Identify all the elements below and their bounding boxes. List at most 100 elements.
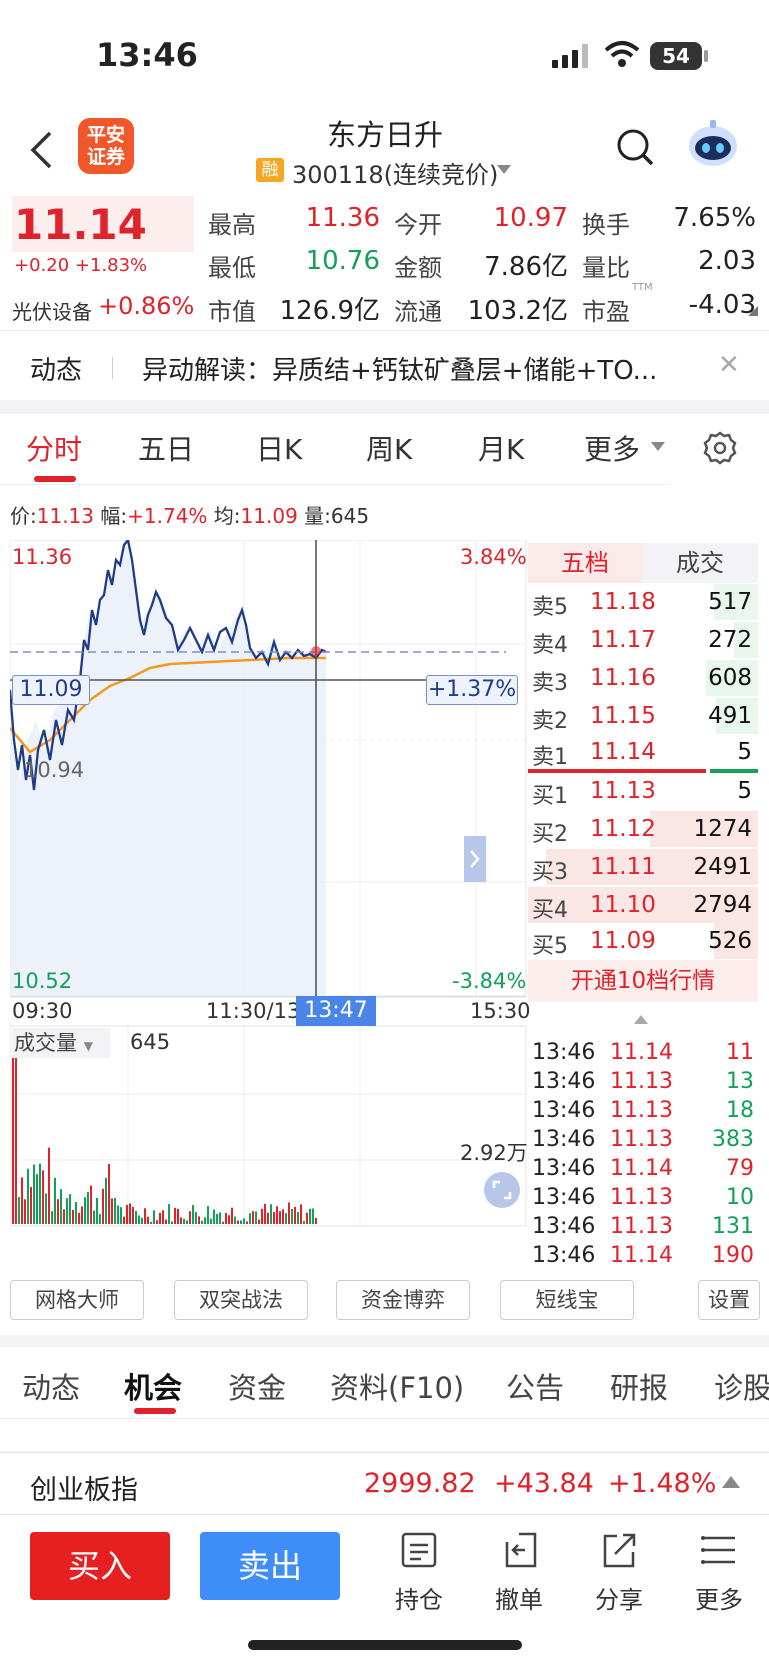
tab-intraday[interactable]: 分时 — [26, 428, 82, 468]
ask-row-2[interactable]: 卖2 11.15 491 — [528, 697, 758, 735]
news-text[interactable]: 异动解读：异质结+钙钛矿叠层+储能+TO... — [142, 350, 682, 387]
divider — [0, 1514, 769, 1515]
bid-row-1[interactable]: 买1 11.13 5 — [528, 772, 758, 810]
range-label: 幅: — [100, 504, 128, 528]
chevron-down-icon[interactable] — [497, 165, 511, 174]
high-value: 11.36 — [305, 203, 380, 233]
bid-row-3[interactable]: 买3 11.11 2491 — [528, 848, 758, 886]
ask-row-4[interactable]: 卖4 11.17 272 — [528, 621, 758, 659]
close-icon[interactable]: ✕ — [718, 350, 740, 380]
volume-selector[interactable]: 成交量 ▼ — [12, 1028, 110, 1058]
volume-ratio-value: 2.03 — [698, 246, 756, 276]
chevron-up-icon[interactable] — [722, 1476, 740, 1488]
tick-row: 13:46 11.13 383 — [532, 1127, 754, 1152]
chevron-up-icon[interactable] — [634, 1015, 648, 1024]
tab-weekly-k[interactable]: 周K — [366, 428, 412, 468]
short-term-button[interactable]: 短线宝 — [500, 1280, 634, 1320]
more-button[interactable]: 更多 — [684, 1530, 754, 1615]
cancel-order-button[interactable]: 撤单 — [484, 1530, 554, 1615]
volume-bar — [30, 1186, 32, 1224]
volume-bar — [291, 1208, 293, 1224]
tab-diagnosis[interactable]: 诊股 — [714, 1365, 769, 1407]
tab-monthly-k[interactable]: 月K — [478, 428, 524, 468]
share-icon — [603, 1533, 636, 1568]
tab-opportunity[interactable]: 机会 — [124, 1365, 182, 1407]
time-end-label: 15:30 — [470, 999, 531, 1023]
open-ten-levels-button[interactable]: 开通10档行情 — [528, 960, 758, 1002]
volume-bar — [219, 1212, 221, 1224]
float-cap-value: 103.2亿 — [467, 296, 568, 326]
bid-row-5[interactable]: 买5 11.09 526 — [528, 922, 758, 960]
news-tag[interactable]: 动态 — [30, 350, 82, 387]
tick-row: 13:46 11.13 18 — [532, 1098, 754, 1123]
amount-value: 7.86亿 — [484, 252, 568, 282]
volume-bar — [294, 1206, 296, 1224]
index-value: 2999.82 — [364, 1468, 476, 1499]
avg-label: 均: — [213, 504, 241, 528]
sector-label[interactable]: 光伏设备 — [12, 296, 92, 325]
intraday-chart[interactable] — [10, 540, 528, 1270]
market-cap-value: 126.9亿 — [279, 296, 380, 326]
double-breakout-button[interactable]: 双突战法 — [174, 1280, 308, 1320]
settings-button[interactable]: 设置 — [698, 1280, 760, 1320]
volume-bar — [255, 1211, 257, 1224]
bid-row-4[interactable]: 买4 11.10 2794 — [528, 886, 758, 924]
volume-bar — [39, 1163, 41, 1224]
tab-five-levels[interactable]: 五档 — [528, 543, 642, 583]
volume-bar — [36, 1174, 38, 1224]
tab-announcements[interactable]: 公告 — [506, 1365, 564, 1407]
volume-bar — [309, 1208, 311, 1224]
buy-button[interactable]: 买入 — [30, 1532, 170, 1600]
chevron-down-icon[interactable] — [651, 442, 665, 451]
volume-bar — [63, 1209, 65, 1224]
sector-change[interactable]: +0.86% — [98, 292, 194, 320]
volume-bar — [42, 1170, 44, 1224]
expand-corner-icon[interactable] — [748, 306, 758, 316]
tick-row: 13:46 11.13 131 — [532, 1214, 754, 1239]
volume-bar — [165, 1219, 167, 1224]
gear-icon[interactable] — [702, 430, 738, 466]
tab-more[interactable]: 更多 — [584, 428, 640, 468]
tab-five-day[interactable]: 五日 — [138, 428, 194, 468]
y-bottom-label: 10.52 — [12, 969, 73, 993]
tab-research[interactable]: 研报 — [610, 1365, 668, 1407]
tab-capital[interactable]: 资金 — [228, 1365, 286, 1407]
share-button[interactable]: 分享 — [584, 1530, 654, 1615]
volume-bar — [81, 1206, 83, 1224]
volume-bar — [174, 1207, 176, 1224]
low-label: 最低 — [208, 254, 256, 282]
divider — [0, 1418, 769, 1419]
sell-button[interactable]: 卖出 — [200, 1532, 340, 1600]
volume-bar — [21, 1177, 23, 1224]
tick-row: 13:46 11.13 10 — [532, 1185, 754, 1210]
volume-bar — [123, 1216, 125, 1224]
ask-row-1[interactable]: 卖1 11.14 5 — [528, 733, 758, 771]
grid-master-button[interactable]: 网格大师 — [10, 1280, 144, 1320]
ask-row-3[interactable]: 卖3 11.16 608 — [528, 659, 758, 697]
capital-game-button[interactable]: 资金博弈 — [336, 1280, 470, 1320]
volume-bar — [207, 1206, 209, 1224]
tick-row: 13:46 11.14 190 — [532, 1243, 754, 1268]
volume-bar — [225, 1212, 227, 1224]
tab-f10[interactable]: 资料(F10) — [330, 1365, 464, 1407]
share-label: 分享 — [595, 1586, 643, 1614]
ai-assistant-icon[interactable] — [686, 118, 740, 170]
bid-row-2[interactable]: 买2 11.12 1274 — [528, 810, 758, 848]
volume-bar — [192, 1205, 194, 1224]
holdings-button[interactable]: 持仓 — [384, 1530, 454, 1615]
tab-daily-k[interactable]: 日K — [256, 428, 302, 468]
volume-bar — [60, 1189, 62, 1224]
signal-icon — [552, 44, 588, 68]
volume-bar — [258, 1219, 260, 1224]
volume-bar — [150, 1221, 152, 1224]
ask-row-5[interactable]: 卖5 11.18 517 — [528, 583, 758, 621]
tab-dynamics[interactable]: 动态 — [22, 1365, 80, 1407]
avg-value: 11.09 — [240, 504, 298, 528]
back-arrow-icon[interactable] — [28, 130, 54, 170]
stock-code[interactable]: 300118(连续竞价) — [292, 155, 498, 190]
search-icon[interactable] — [616, 128, 656, 168]
volume-bar — [180, 1217, 182, 1224]
tab-underline — [134, 1408, 176, 1414]
low-value: 10.76 — [305, 246, 380, 276]
tab-trades[interactable]: 成交 — [642, 543, 758, 583]
